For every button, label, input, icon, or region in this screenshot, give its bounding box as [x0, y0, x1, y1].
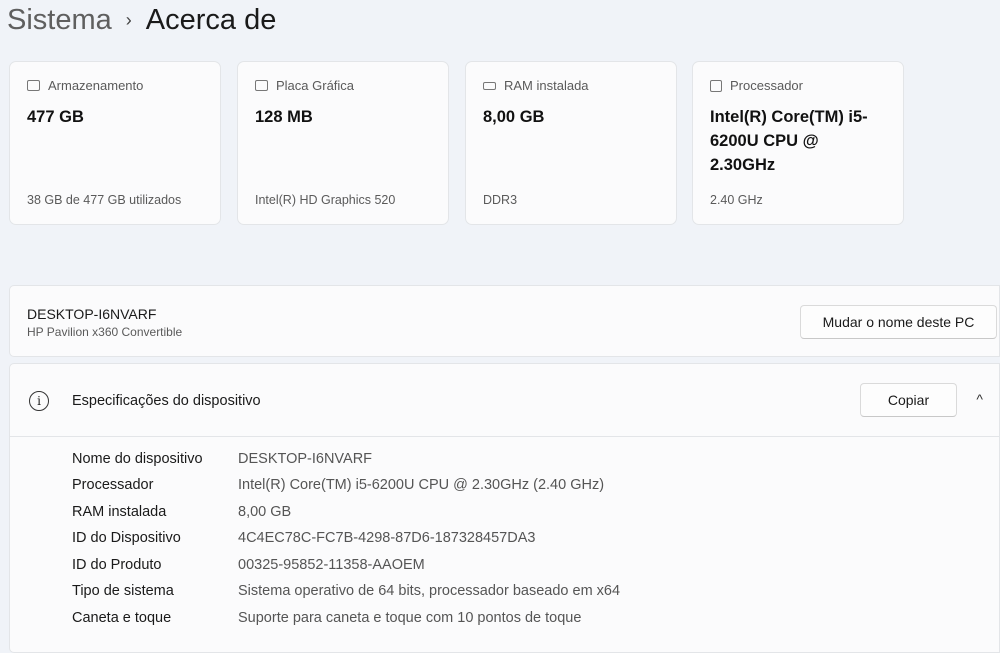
copy-button[interactable]: Copiar: [860, 383, 957, 417]
spec-row: Caneta e toque Suporte para caneta e toqu…: [72, 610, 581, 626]
device-name-panel: DESKTOP-I6NVARF HP Pavilion x360 Convert…: [9, 285, 1000, 357]
spec-value: Intel(R) Core(TM) i5-6200U CPU @ 2.30GHz…: [238, 477, 605, 493]
processor-card: Processador Intel(R) Core(TM) i5-6200U C…: [692, 61, 904, 225]
spec-label: Caneta e toque: [72, 610, 172, 626]
spec-label: Tipo de sistema: [72, 583, 174, 599]
chevron-up-icon[interactable]: ^: [976, 391, 983, 407]
info-icon: i: [29, 391, 49, 411]
spec-row: Nome do dispositivo DESKTOP-I6NVARF: [72, 451, 372, 467]
spec-label: Processador: [72, 477, 154, 493]
specs-header[interactable]: i Especificações do dispositivo Copiar ^: [10, 364, 999, 437]
card-label: RAM instalada: [504, 78, 589, 93]
spec-value: 00325-95852-11358-AAOEM: [238, 557, 425, 573]
card-label: Processador: [730, 78, 803, 93]
graphics-card: Placa Gráfica 128 MB Intel(R) HD Graphic…: [237, 61, 449, 225]
card-value: Intel(R) Core(TM) i5-6200U CPU @ 2.30GHz: [710, 108, 868, 174]
spec-row: ID do Dispositivo 4C4EC78C-FC7B-4298-87D6…: [72, 530, 535, 546]
spec-row: Processador Intel(R) Core(TM) i5-6200U CP…: [72, 477, 604, 493]
spec-value: Sistema operativo de 64 bits, processado…: [238, 583, 621, 599]
rename-pc-button[interactable]: Mudar o nome deste PC: [800, 305, 997, 339]
card-sub: 38 GB de 477 GB utilizados: [27, 193, 182, 207]
ram-icon: [483, 81, 496, 90]
spec-row: Tipo de sistema Sistema operativo de 64 b…: [72, 583, 620, 599]
page-title: Acerca de: [145, 4, 277, 36]
device-specs-panel: i Especificações do dispositivo Copiar ^…: [9, 363, 1000, 653]
card-label: Placa Gráfica: [276, 78, 355, 93]
spec-label: ID do Produto: [72, 557, 162, 573]
specs-title: Especificações do dispositivo: [72, 393, 261, 409]
spec-row: ID do Produto 00325-95852-11358-AAOEM: [72, 557, 425, 573]
card-value: 8,00 GB: [483, 108, 545, 126]
breadcrumb: Sistema › Acerca de: [7, 4, 276, 37]
ram-card: RAM instalada 8,00 GB DDR3: [465, 61, 677, 225]
card-sub: Intel(R) HD Graphics 520: [255, 193, 396, 207]
spec-value: DESKTOP-I6NVARF: [238, 451, 373, 467]
card-value: 128 MB: [255, 108, 313, 126]
device-model: HP Pavilion x360 Convertible: [27, 325, 183, 339]
storage-icon: [27, 80, 40, 91]
card-label: Armazenamento: [48, 78, 144, 93]
card-sub: DDR3: [483, 193, 518, 207]
spec-label: RAM instalada: [72, 504, 167, 520]
breadcrumb-sistema[interactable]: Sistema: [7, 4, 112, 37]
spec-row: RAM instalada 8,00 GB: [72, 504, 291, 520]
card-value: 477 GB: [27, 108, 84, 126]
spec-value: 8,00 GB: [238, 504, 292, 520]
chevron-right-icon: ›: [125, 10, 132, 30]
processor-icon: [710, 79, 722, 92]
device-name: DESKTOP-I6NVARF: [27, 306, 157, 322]
graphics-card-icon: [255, 80, 268, 91]
spec-value: 4C4EC78C-FC7B-4298-87D6-187328457DA3: [238, 530, 536, 546]
storage-card: Armazenamento 477 GB 38 GB de 477 GB uti…: [9, 61, 221, 225]
card-sub: 2.40 GHz: [710, 193, 763, 207]
spec-value: Suporte para caneta e toque com 10 ponto…: [238, 610, 582, 626]
spec-label: Nome do dispositivo: [72, 451, 203, 467]
spec-label: ID do Dispositivo: [72, 530, 181, 546]
